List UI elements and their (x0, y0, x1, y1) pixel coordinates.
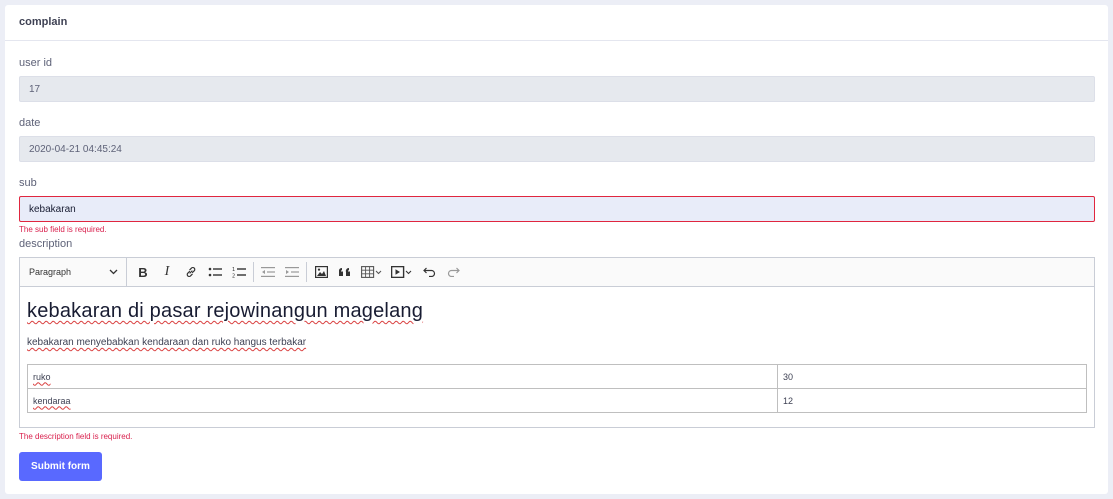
bold-icon[interactable]: B (131, 258, 155, 286)
media-icon[interactable] (387, 258, 417, 286)
editor-content[interactable]: kebakaran di pasar rejowinangun magelang… (20, 287, 1094, 413)
sub-label: sub (19, 177, 37, 189)
italic-icon[interactable]: I (155, 258, 179, 286)
outdent-icon[interactable] (256, 258, 280, 286)
card-title: complain (5, 5, 1108, 41)
sub-field[interactable]: kebakaran (19, 196, 1095, 222)
table-row: ruko 30 (27, 364, 1087, 389)
link-icon[interactable] (179, 258, 203, 286)
sub-error: The sub field is required. (19, 225, 107, 234)
content-paragraph: kebakaran menyebabkan kendaraan dan ruko… (27, 337, 307, 348)
date-field[interactable]: 2020-04-21 04:45:24 (19, 136, 1095, 162)
submit-button[interactable]: Submit form (19, 452, 102, 481)
heading-select-value: Paragraph (29, 267, 72, 277)
content-table: ruko 30 kendaraa 12 (27, 364, 1087, 413)
table-cell-value[interactable]: 12 (777, 388, 1087, 413)
description-label: description (19, 238, 73, 250)
heading-select[interactable]: Paragraph (20, 258, 127, 286)
numbered-list-icon[interactable]: 12 (227, 258, 251, 286)
undo-icon[interactable] (417, 258, 441, 286)
content-heading: kebakaran di pasar rejowinangun magelang (27, 300, 424, 322)
user-id-field[interactable]: 17 (19, 76, 1095, 102)
table-cell-name[interactable]: kendaraa (27, 388, 778, 413)
svg-text:2: 2 (232, 274, 235, 279)
blockquote-icon[interactable] (333, 258, 357, 286)
complain-card: complain user id 17 date 2020-04-21 04:4… (5, 5, 1108, 494)
table-icon[interactable] (357, 258, 387, 286)
svg-text:1: 1 (232, 267, 235, 273)
editor-toolbar: Paragraph B I 12 (20, 258, 1094, 287)
image-icon[interactable] (309, 258, 333, 286)
table-row: kendaraa 12 (27, 388, 1087, 413)
chevron-down-icon (109, 269, 118, 275)
description-error: The description field is required. (19, 432, 133, 441)
toolbar-divider (253, 262, 254, 282)
date-label: date (19, 117, 41, 129)
redo-icon[interactable] (441, 258, 465, 286)
toolbar-divider (306, 262, 307, 282)
description-editor[interactable]: Paragraph B I 12 kebakaran di pasar rejo… (19, 257, 1095, 428)
user-id-label: user id (19, 57, 53, 69)
indent-icon[interactable] (280, 258, 304, 286)
table-cell-value[interactable]: 30 (777, 364, 1087, 389)
bulleted-list-icon[interactable] (203, 258, 227, 286)
table-cell-name[interactable]: ruko (27, 364, 778, 389)
